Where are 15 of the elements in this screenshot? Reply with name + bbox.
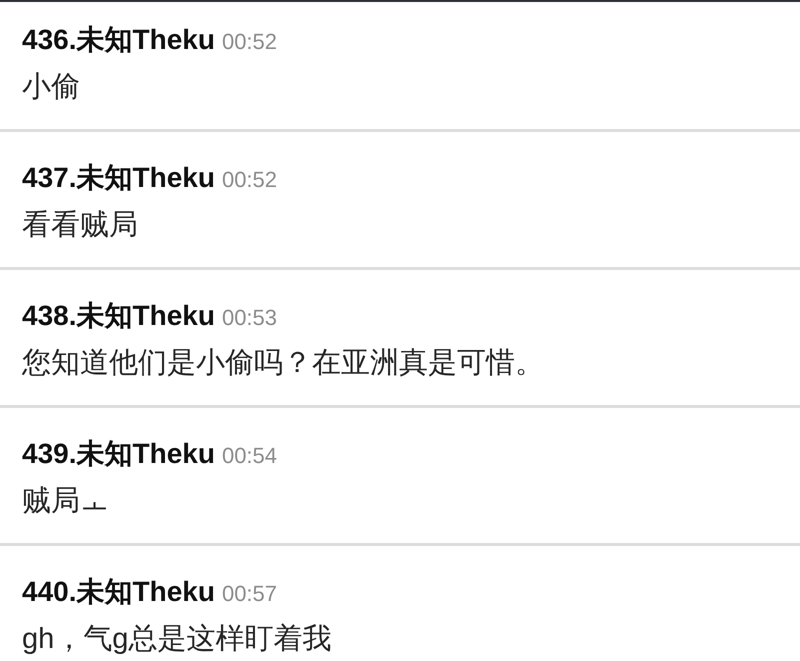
author-name: 436.未知Theku bbox=[22, 23, 215, 57]
message-time: 00:52 bbox=[222, 166, 278, 194]
message-text: gh，气g总是这样盯着我 bbox=[22, 622, 332, 656]
author-name: 439.未知Theku bbox=[22, 437, 215, 471]
message-text: 您知道他们是小偷吗？在亚洲真是可惜。 bbox=[22, 346, 545, 380]
author-name: 437.未知Theku bbox=[22, 161, 215, 195]
message-time: 00:52 bbox=[222, 28, 278, 56]
message-time: 00:53 bbox=[222, 304, 278, 332]
message-text: 小偷 bbox=[22, 70, 81, 104]
message-time: 00:54 bbox=[222, 442, 278, 470]
message-text: 看看贼局 bbox=[22, 208, 139, 242]
author-name: 440.未知Theku bbox=[22, 575, 215, 609]
message-text: 贼局ㅗ bbox=[22, 484, 110, 518]
author-name: 438.未知Theku bbox=[22, 299, 215, 333]
message-time: 00:57 bbox=[222, 580, 278, 608]
